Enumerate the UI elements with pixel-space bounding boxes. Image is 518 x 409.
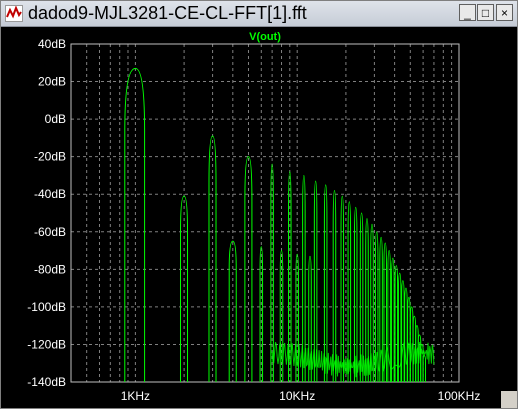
y-tick-label: 0dB — [45, 112, 66, 126]
harmonic-peak — [407, 296, 411, 382]
y-tick-label: -60dB — [34, 225, 66, 239]
y-tick-label: -20dB — [34, 150, 66, 164]
harmonic-peak — [340, 195, 345, 382]
y-tick-label: -100dB — [27, 300, 66, 314]
minimize-button[interactable]: _ — [459, 4, 476, 21]
window-title: dadod9-MJL3281-CE-CL-FFT[1].fft — [28, 3, 307, 23]
y-tick-label: -140dB — [27, 375, 66, 389]
x-tick-label: 1KHz — [121, 389, 150, 403]
y-tick-label: -120dB — [27, 337, 66, 351]
harmonic-peak — [323, 184, 328, 382]
harmonic-peak — [179, 195, 189, 382]
trace-title[interactable]: V(out) — [249, 31, 281, 43]
fft-window: dadod9-MJL3281-CE-CL-FFT[1].fft _ □ × 40… — [0, 0, 518, 409]
y-tick-label: -40dB — [34, 187, 66, 201]
harmonic-peak — [404, 287, 408, 382]
y-tick-label: -80dB — [34, 262, 66, 276]
y-tick-label: 40dB — [38, 37, 66, 51]
waveform-icon[interactable] — [5, 5, 23, 22]
maximize-button[interactable]: □ — [477, 4, 494, 21]
harmonic-peak — [332, 189, 337, 382]
harmonic-peak — [422, 355, 427, 382]
harmonic-peak — [365, 218, 369, 382]
harmonic-peak — [347, 201, 352, 382]
x-axis-labels: 1KHz 10KHz 100KHz — [121, 389, 481, 403]
x-tick-label: 10KHz — [279, 389, 315, 403]
harmonic-peak — [394, 265, 399, 382]
harmonic-peak — [401, 280, 405, 382]
x-tick-label: 100KHz — [438, 389, 481, 403]
title-bar[interactable]: dadod9-MJL3281-CE-CL-FFT[1].fft _ □ × — [1, 1, 517, 27]
fft-plot[interactable]: 40dB 20dB 0dB -20dB -40dB -60dB -80dB -100dB -12… — [1, 26, 517, 408]
harmonic-peak — [391, 257, 395, 382]
y-axis-labels: 40dB 20dB 0dB -20dB -40dB -60dB -80dB -100dB -12… — [27, 37, 66, 389]
resize-grip[interactable] — [501, 391, 517, 408]
spectrum-trace — [124, 67, 435, 382]
y-tick-label: 20dB — [38, 75, 66, 89]
close-button[interactable]: × — [496, 4, 513, 21]
